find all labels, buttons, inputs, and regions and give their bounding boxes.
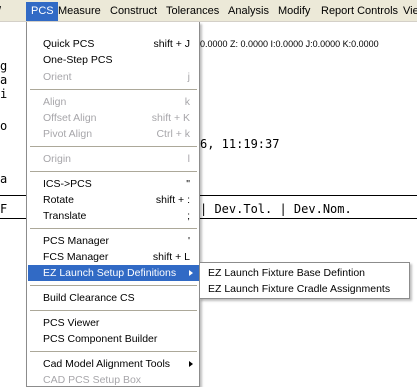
menu-separator	[30, 146, 197, 147]
pcs-dropdown-menu: Quick PCS shift + J One-Step PCS Orient …	[26, 22, 200, 387]
shortcut-label: '	[187, 235, 190, 247]
menu-construct[interactable]: Construct	[110, 4, 157, 18]
shortcut-label: Ctrl + k	[156, 128, 190, 140]
menu-separator	[30, 310, 197, 311]
menu-report-controls[interactable]: Report Controls	[321, 4, 398, 18]
menu-item-cad-pcs-setup-box[interactable]: CAD PCS Setup Box	[28, 372, 199, 387]
menu-item-origin[interactable]: Origin l	[28, 151, 199, 167]
menu-item-pivot-align[interactable]: Pivot Align Ctrl + k	[28, 126, 199, 142]
menu-separator	[30, 228, 197, 229]
submenu-item-fixture-base-definition[interactable]: EZ Launch Fixture Base Defintion	[201, 265, 408, 281]
menu-item-pcs-viewer[interactable]: PCS Viewer	[28, 315, 199, 331]
menu-item-orient[interactable]: Orient j	[28, 69, 199, 85]
menu-item-ics-pcs[interactable]: ICS->PCS "	[28, 176, 199, 192]
editor-line: i	[0, 87, 8, 101]
submenu-arrow-icon	[189, 361, 193, 367]
menu-separator	[30, 351, 197, 352]
editor-line: g	[0, 59, 8, 73]
menu-partial-left[interactable]: /	[0, 4, 1, 18]
menu-item-one-step-pcs[interactable]: One-Step PCS	[28, 52, 199, 68]
menu-item-pcs-component-builder[interactable]: PCS Component Builder	[28, 331, 199, 347]
menu-tolerances[interactable]: Tolerances	[166, 4, 219, 18]
menu-measure[interactable]: Measure	[58, 4, 101, 18]
menu-item-cad-model-alignment-tools[interactable]: Cad Model Alignment Tools	[28, 356, 199, 372]
editor-line: a	[0, 73, 8, 87]
menu-bar: / PCS Measure Construct Tolerances Analy…	[0, 0, 417, 22]
shortcut-label: ;	[187, 210, 190, 222]
table-column-headers: | Dev.Tol. | Dev.Nom.	[200, 202, 352, 216]
menu-item-translate[interactable]: Translate ;	[28, 208, 199, 224]
menu-item-fcs-manager[interactable]: FCS Manager shift + L	[28, 249, 199, 265]
ez-launch-submenu: EZ Launch Fixture Base Defintion EZ Laun…	[199, 262, 410, 299]
menu-item-offset-align[interactable]: Offset Align shift + K	[28, 110, 199, 126]
menu-separator	[30, 171, 197, 172]
report-timestamp: 6, 11:19:37	[200, 137, 280, 151]
editor-line: a	[0, 172, 8, 186]
menu-item-ez-launch-setup-definitions[interactable]: EZ Launch Setup Definitions	[28, 265, 199, 281]
menu-item-rotate[interactable]: Rotate shift + :	[28, 192, 199, 208]
menu-item-pcs-manager[interactable]: PCS Manager '	[28, 233, 199, 249]
menu-item-quick-pcs[interactable]: Quick PCS shift + J	[28, 36, 199, 52]
submenu-arrow-icon	[189, 270, 193, 276]
coordinate-readout: 0.0000 Z: 0.0000 I:0.0000 J:0.0000 K:0.0…	[200, 39, 379, 49]
shortcut-label: shift + L	[152, 251, 190, 263]
editor-line: o	[0, 119, 8, 133]
shortcut-label: "	[186, 178, 190, 190]
shortcut-label: k	[184, 96, 190, 108]
menu-pcs[interactable]: PCS	[26, 2, 58, 21]
shortcut-label: shift + K	[151, 112, 190, 124]
menu-analysis[interactable]: Analysis	[228, 4, 269, 18]
menu-separator	[30, 285, 197, 286]
menu-modify[interactable]: Modify	[278, 4, 310, 18]
menu-view-partial[interactable]: Vie	[403, 4, 417, 18]
shortcut-label: shift + :	[155, 194, 190, 206]
editor-line: F	[0, 202, 8, 216]
menu-separator	[30, 89, 197, 90]
submenu-item-fixture-cradle-assignments[interactable]: EZ Launch Fixture Cradle Assignments	[201, 281, 408, 297]
menu-item-build-clearance-cs[interactable]: Build Clearance CS	[28, 290, 199, 306]
shortcut-label: l	[187, 153, 190, 165]
shortcut-label: shift + J	[153, 38, 190, 50]
shortcut-label: j	[187, 71, 190, 83]
menu-item-align[interactable]: Align k	[28, 94, 199, 110]
